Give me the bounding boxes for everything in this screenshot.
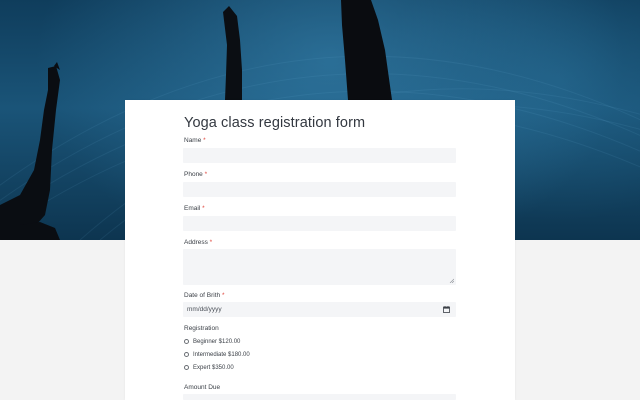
radio-label: Beginner $120.00 (193, 338, 241, 345)
registration-option-intermediate[interactable]: Intermediate $180.00 (184, 350, 250, 359)
registration-label: Registration (184, 325, 219, 332)
required-mark: * (203, 137, 206, 144)
calendar-icon[interactable] (443, 306, 450, 313)
amount-due-input (183, 394, 456, 400)
required-mark: * (209, 239, 213, 246)
address-label: Address * (184, 239, 213, 246)
name-label: Name * (184, 137, 206, 144)
phone-label: Phone * (184, 171, 208, 178)
registration-option-beginner[interactable]: Beginner $120.00 (184, 337, 240, 346)
radio-button[interactable] (184, 365, 189, 370)
phone-input[interactable] (183, 182, 456, 197)
dob-date-value: mm/dd/yyyy (187, 306, 222, 313)
required-mark: * (204, 171, 208, 178)
radio-label: Intermediate $180.00 (193, 351, 250, 358)
required-mark: * (221, 292, 225, 299)
radio-button[interactable] (184, 339, 189, 344)
registration-option-expert[interactable]: Expert $350.00 (184, 363, 234, 372)
email-input[interactable] (183, 216, 456, 231)
radio-button[interactable] (184, 352, 189, 357)
required-mark: * (202, 205, 205, 212)
registration-form-card: Yoga class registration form Name * Phon… (125, 100, 515, 400)
resize-grip-icon[interactable] (449, 278, 454, 283)
radio-label: Expert $350.00 (193, 364, 234, 371)
address-textarea[interactable] (183, 249, 456, 285)
name-input[interactable] (183, 148, 456, 163)
email-label: Email * (184, 205, 205, 212)
dob-date-input[interactable]: mm/dd/yyyy (183, 302, 456, 317)
form-title: Yoga class registration form (184, 115, 366, 131)
dob-label: Date of Brith * (184, 292, 225, 299)
amount-due-label: Amount Due (184, 384, 221, 391)
